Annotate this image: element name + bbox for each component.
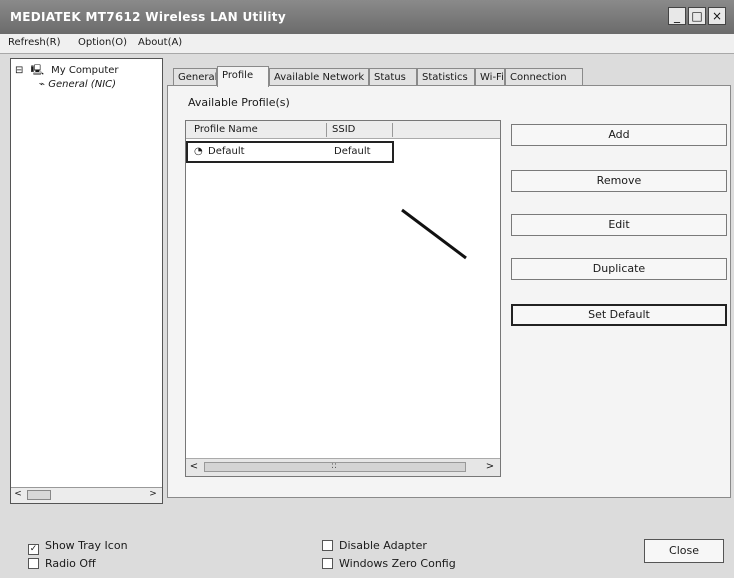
profile-row-name: Default	[208, 146, 245, 157]
expand-icon[interactable]: ⊟	[15, 65, 23, 76]
disable-adapter-label: Disable Adapter	[339, 539, 427, 552]
bottom-bar: ✓ Show Tray Icon Radio Off Disable Adapte…	[0, 505, 734, 578]
scroll-grip-icon: ::	[331, 461, 338, 471]
tree-adapter-label: General (NIC)	[48, 79, 117, 90]
checkbox-icon[interactable]	[28, 558, 39, 569]
tree-node-root[interactable]: ⊟ 🖳 My Computer	[15, 63, 119, 80]
add-button[interactable]: Add	[511, 124, 727, 146]
set-default-button[interactable]: Set Default	[511, 304, 727, 326]
close-window-button[interactable]: ×	[708, 7, 726, 25]
scroll-right-icon[interactable]: >	[484, 461, 496, 472]
minimize-button[interactable]: _	[668, 7, 686, 25]
menu-refresh[interactable]: Refresh(R)	[8, 37, 61, 48]
maximize-button[interactable]: □	[688, 7, 706, 25]
tree-root-label: My Computer	[51, 65, 119, 76]
profile-icon: ◔	[194, 146, 203, 157]
menu-about[interactable]: About(A)	[138, 37, 182, 48]
window-title: MEDIATEK MT7612 Wireless LAN Utility	[10, 10, 286, 24]
adapter-icon: ⌁	[39, 79, 46, 90]
close-button[interactable]: Close	[644, 539, 724, 563]
tree-scroll-thumb[interactable]	[27, 490, 51, 500]
available-profiles-label: Available Profile(s)	[188, 96, 290, 109]
column-ssid[interactable]: SSID	[332, 124, 355, 135]
tab-profile[interactable]: Profile	[217, 66, 269, 87]
menu-bar: Refresh(R) Option(O) About(A)	[0, 34, 734, 54]
tab-connection[interactable]: Connection	[505, 68, 583, 86]
profile-tab-page: Available Profile(s) Profile Name SSID ◔…	[167, 85, 731, 498]
column-separator[interactable]	[326, 123, 327, 137]
tab-strip: General Profile Available Network Status…	[173, 66, 693, 87]
tree-horizontal-scrollbar[interactable]: < >	[11, 487, 162, 503]
disable-adapter-checkbox[interactable]: Disable Adapter	[322, 539, 427, 552]
show-tray-icon-checkbox[interactable]: ✓ Show Tray Icon	[28, 539, 128, 555]
edit-button[interactable]: Edit	[511, 214, 727, 236]
checkbox-icon[interactable]	[322, 540, 333, 551]
menu-option[interactable]: Option(O)	[78, 37, 127, 48]
checkbox-checked-icon[interactable]: ✓	[28, 544, 39, 555]
computer-icon: 🖳	[30, 65, 44, 76]
radio-off-checkbox[interactable]: Radio Off	[28, 557, 96, 570]
remove-button[interactable]: Remove	[511, 170, 727, 192]
profile-list[interactable]: Profile Name SSID ◔ Default Default < ::…	[185, 120, 501, 477]
profile-row-ssid: Default	[334, 146, 371, 157]
device-tree: ⊟ 🖳 My Computer ⌁ General (NIC) < >	[10, 58, 163, 504]
scroll-left-icon[interactable]: <	[12, 489, 24, 499]
profile-list-scrollbar[interactable]: < :: >	[186, 458, 500, 476]
column-profile-name[interactable]: Profile Name	[194, 124, 258, 135]
windows-zero-config-label: Windows Zero Config	[339, 557, 456, 570]
tab-general[interactable]: General	[173, 68, 217, 86]
tab-available-network[interactable]: Available Network	[269, 68, 369, 86]
windows-zero-config-checkbox[interactable]: Windows Zero Config	[322, 557, 456, 570]
main-panel: General Profile Available Network Status…	[165, 58, 734, 504]
scroll-right-icon[interactable]: >	[147, 489, 159, 499]
radio-off-label: Radio Off	[45, 557, 96, 570]
tree-node-adapter[interactable]: ⌁ General (NIC)	[39, 79, 116, 90]
column-separator[interactable]	[392, 123, 393, 137]
profile-list-header: Profile Name SSID	[186, 121, 500, 139]
profile-row[interactable]: ◔ Default Default	[186, 141, 394, 163]
tab-statistics[interactable]: Statistics	[417, 68, 475, 86]
title-bar: MEDIATEK MT7612 Wireless LAN Utility _ □…	[0, 0, 734, 34]
tab-wifi[interactable]: Wi-Fi	[475, 68, 505, 86]
scroll-left-icon[interactable]: <	[188, 461, 200, 472]
duplicate-button[interactable]: Duplicate	[511, 258, 727, 280]
tab-status[interactable]: Status	[369, 68, 417, 86]
checkbox-icon[interactable]	[322, 558, 333, 569]
show-tray-icon-label: Show Tray Icon	[45, 539, 128, 552]
